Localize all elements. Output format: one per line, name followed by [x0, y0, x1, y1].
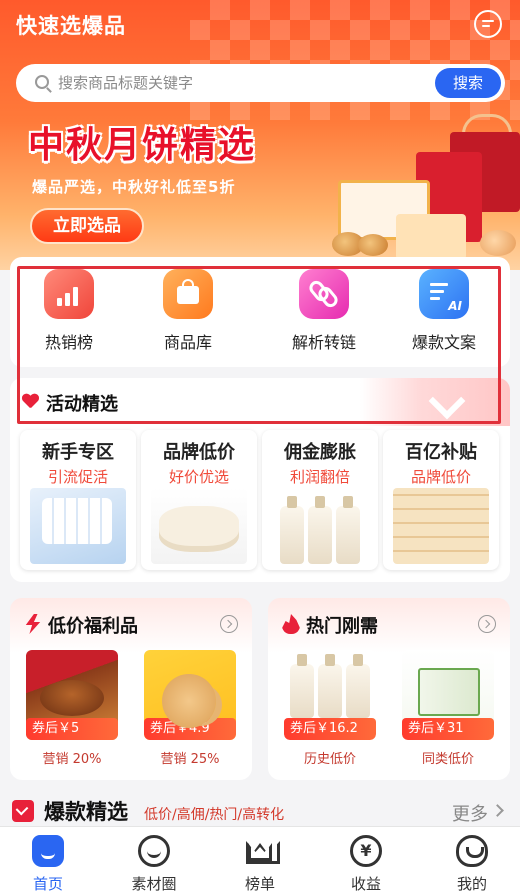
more-link[interactable]: 更多: [452, 800, 488, 826]
checker-pattern: [190, 0, 520, 120]
check-badge-icon: [12, 800, 34, 822]
activity-section: 活动精选 新手专区 引流促活 品牌低价 好价优选 佣金膨胀 利润翻倍 百亿补贴 …: [10, 378, 510, 582]
tab-material-circle[interactable]: 素材圈: [114, 835, 194, 894]
quick-entry-card: 热销榜 商品库 解析转链 AI 爆款文案: [10, 257, 510, 367]
mooncake-gift-image: [330, 114, 520, 260]
tab-label: 首页: [32, 875, 63, 893]
product-item[interactable]: 券后￥31 同类低价: [402, 650, 494, 767]
quick-entry-hot-copywriting[interactable]: AI 爆款文案: [394, 269, 494, 353]
product-note: 营销 25%: [160, 752, 220, 767]
activity-card-name: 百亿补贴: [405, 442, 477, 463]
product-image: 券后￥31: [402, 650, 494, 740]
activity-card-tag: 品牌低价: [410, 468, 471, 486]
search-button[interactable]: 搜索: [435, 68, 501, 98]
low-price-welfare-title: 低价福利品: [48, 616, 138, 637]
ai-copywriting-icon: AI: [419, 269, 469, 319]
message-icon[interactable]: [474, 10, 502, 38]
activity-card-tag: 利润翻倍: [289, 468, 350, 486]
activity-card-commission-boost[interactable]: 佣金膨胀 利润翻倍: [262, 430, 378, 570]
shopping-bag-icon: [163, 269, 213, 319]
product-item[interactable]: 券后￥4.9 营销 25%: [144, 650, 236, 767]
chevron-right-icon[interactable]: [478, 615, 496, 633]
heart-icon: [22, 394, 38, 410]
chevron-right-icon[interactable]: [220, 615, 238, 633]
hot-essentials-title: 热门刚需: [306, 616, 378, 637]
yuan-income-icon: ¥: [350, 835, 382, 867]
activity-card-billion-subsidy[interactable]: 百亿补贴 品牌低价: [383, 430, 499, 570]
quick-entry-label: 解析转链: [291, 333, 356, 352]
quick-entry-product-library[interactable]: 商品库: [138, 269, 238, 353]
product-image: [272, 488, 368, 564]
product-note: 历史低价: [303, 752, 356, 767]
select-now-button[interactable]: 立即选品: [30, 208, 144, 244]
coupon-price: 券后￥16.2: [284, 718, 376, 740]
tab-mine[interactable]: 我的: [432, 835, 512, 894]
tab-label: 收益: [350, 875, 381, 893]
chevron-right-icon[interactable]: [491, 804, 504, 817]
crown-rank-icon: [244, 835, 276, 867]
tab-label: 榜单: [244, 875, 275, 893]
tab-home[interactable]: 首页: [8, 835, 88, 894]
app-title: 快速选爆品: [16, 14, 126, 38]
activity-card-name: 品牌低价: [163, 442, 235, 463]
activity-card-newbie[interactable]: 新手专区 引流促活: [20, 430, 136, 570]
tab-label: 我的: [456, 875, 487, 893]
tab-rank[interactable]: 榜单: [220, 835, 300, 894]
trending-chart-icon: [44, 269, 94, 319]
quick-entry-hot-list[interactable]: 热销榜: [19, 269, 119, 353]
search-input[interactable]: [58, 71, 398, 95]
activity-decoration: [360, 378, 510, 426]
search-icon: [35, 75, 49, 89]
product-item[interactable]: 券后￥16.2 历史低价: [284, 650, 376, 767]
banner-title: 中秋月饼精选: [28, 125, 257, 166]
product-image: [151, 488, 247, 564]
coupon-price: 券后￥31: [402, 718, 494, 740]
profile-icon: [456, 835, 488, 867]
link-icon: [299, 269, 349, 319]
product-note: 营销 20%: [42, 752, 102, 767]
tab-label: 素材圈: [131, 875, 177, 893]
activity-card-name: 佣金膨胀: [284, 442, 356, 463]
home-icon: [32, 835, 64, 867]
tab-income[interactable]: ¥ 收益: [326, 835, 406, 894]
product-image: 券后￥5: [26, 650, 118, 740]
activity-title: 活动精选: [46, 394, 118, 415]
hot-essentials-card[interactable]: 热门刚需 券后￥16.2 历史低价 券后￥31 同类低价: [268, 598, 510, 780]
quick-entry-link-convert[interactable]: 解析转链: [274, 269, 374, 353]
activity-card-name: 新手专区: [42, 442, 114, 463]
quick-entry-label: 商品库: [163, 333, 212, 352]
activity-card-tag: 引流促活: [47, 468, 108, 486]
product-image: [393, 488, 489, 564]
coupon-price: 券后￥5: [26, 718, 118, 740]
low-price-welfare-card[interactable]: 低价福利品 券后￥5 营销 20% 券后￥4.9 营销 25%: [10, 598, 252, 780]
trending-subtitle: 低价/高佣/热门/高转化: [144, 807, 285, 823]
search-bar[interactable]: 搜索: [16, 64, 505, 102]
product-item[interactable]: 券后￥5 营销 20%: [26, 650, 118, 767]
quick-entry-label: 热销榜: [44, 333, 93, 352]
quick-entry-label: 爆款文案: [411, 333, 476, 352]
material-circle-icon: [138, 835, 170, 867]
product-note: 同类低价: [421, 752, 474, 767]
hero-banner[interactable]: 快速选爆品 搜索 中秋月饼精选 爆品严选，中秋好礼低至5折 立即选品: [0, 0, 520, 270]
product-image: [30, 488, 126, 564]
product-image: 券后￥4.9: [144, 650, 236, 740]
product-image: 券后￥16.2: [284, 650, 376, 740]
activity-card-tag: 好价优选: [168, 468, 229, 486]
coupon-price: 券后￥4.9: [144, 718, 236, 740]
trending-title: 爆款精选: [44, 800, 128, 824]
bottom-tab-bar: 首页 素材圈 榜单 ¥ 收益 我的: [0, 826, 520, 896]
banner-subtitle: 爆品严选，中秋好礼低至5折: [32, 178, 236, 196]
activity-card-brand-low-price[interactable]: 品牌低价 好价优选: [141, 430, 257, 570]
trending-section-header: 爆款精选 低价/高佣/热门/高转化 更多: [0, 792, 520, 828]
